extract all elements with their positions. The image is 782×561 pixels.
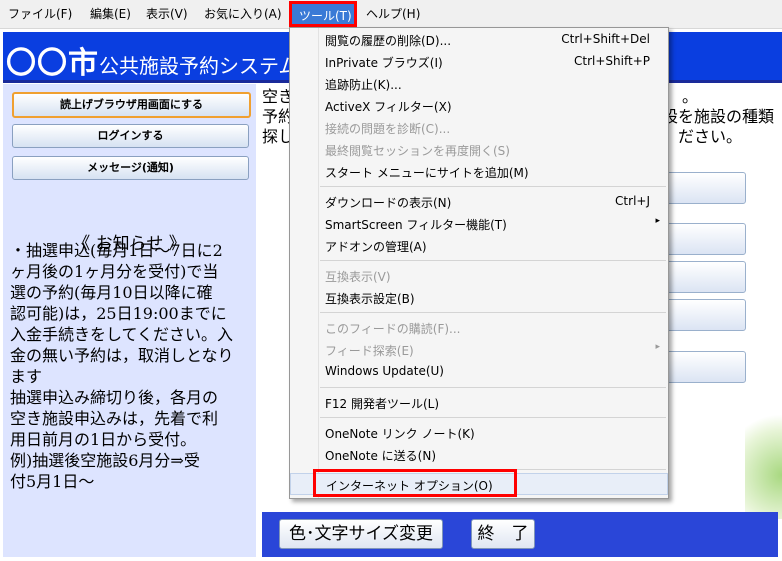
- menu-edit[interactable]: 編集(E): [90, 5, 131, 23]
- notice-line: 抽選申込み締切り後，各月の: [10, 388, 219, 407]
- menu-bar: ファイル(F) 編集(E) 表示(V) お気に入り(A) ツール(T) ヘルプ(…: [0, 0, 782, 29]
- menu-item-label: アドオンの管理(A): [325, 240, 427, 254]
- menu-item-subscribe-feed: このフィードの購読(F)...: [290, 317, 668, 339]
- notice-line: 選の予約(毎月10日以降に確: [10, 283, 213, 302]
- menu-item-label: OneNote に送る(N): [325, 449, 436, 463]
- facility-button[interactable]: [660, 351, 746, 383]
- menu-item-addons[interactable]: アドオンの管理(A): [290, 235, 668, 257]
- notice-line: ・抽選申込(毎月1日〜7日に2: [10, 241, 223, 260]
- intro-line: 設を施設の種類: [662, 107, 775, 126]
- menu-item-windows-update[interactable]: Windows Update(U): [290, 361, 668, 383]
- notice-line: 入金手続きをしてください。入: [10, 325, 234, 344]
- menu-item-label: ダウンロードの表示(N): [325, 196, 452, 210]
- submenu-arrow-icon: ▸: [655, 216, 660, 226]
- menu-item-label: Windows Update(U): [325, 364, 444, 378]
- color-font-size-button[interactable]: 色･文字サイズ変更: [279, 519, 443, 549]
- menu-favorites[interactable]: お気に入り(A): [204, 5, 282, 23]
- menu-file[interactable]: ファイル(F): [8, 5, 72, 23]
- decorative-leaf-image: [745, 409, 782, 519]
- menu-separator: [320, 312, 666, 313]
- menu-item-feed-discovery: フィード探索(E) ▸: [290, 339, 668, 361]
- notice-line: 金の無い予約は，取消しとなり: [10, 346, 234, 365]
- sidebar: 読上げブラウザ用画面にする ログインする メッセージ(通知) 《 お知らせ 》 …: [3, 84, 256, 557]
- menu-item-label: 接続の問題を診断(C)...: [325, 122, 451, 136]
- highlight-box: [313, 469, 517, 497]
- menu-item-onenote-link[interactable]: OneNote リンク ノート(K): [290, 422, 668, 444]
- menu-item-label: このフィードの購読(F)...: [325, 322, 461, 336]
- submenu-arrow-icon: ▸: [655, 342, 660, 352]
- menu-item-activex-filter[interactable]: ActiveX フィルター(X): [290, 95, 668, 117]
- notice-line: ヶ月後の1ヶ月分を受付)で当: [10, 262, 219, 281]
- menu-item-downloads[interactable]: ダウンロードの表示(N) Ctrl+J: [290, 191, 668, 213]
- menu-item-f12-devtools[interactable]: F12 開発者ツール(L): [290, 392, 668, 414]
- intro-line: 。: [682, 87, 699, 106]
- menu-tools-label: ツール(T): [299, 9, 352, 23]
- notice-line: 認可能)は，25日19:00までに: [10, 304, 227, 323]
- menu-item-label: 互換表示(V): [325, 270, 391, 284]
- menu-item-onenote-send[interactable]: OneNote に送る(N): [290, 444, 668, 466]
- notice-line: 例)抽選後空施設6月分⇒受: [10, 451, 200, 470]
- bottom-bar: 色･文字サイズ変更 終 了: [262, 512, 778, 557]
- menu-view[interactable]: 表示(V): [146, 5, 188, 23]
- menu-item-shortcut: Ctrl+Shift+Del: [561, 32, 650, 46]
- menu-item-label: 最終閲覧セッションを再度開く(S): [325, 144, 510, 158]
- menu-separator: [320, 186, 666, 187]
- menu-item-label: フィード探索(E): [325, 344, 414, 358]
- notice-text: ・抽選申込(毎月1日〜7日に2 ヶ月後の1ヶ月分を受付)で当 選の予約(毎月10…: [10, 240, 256, 492]
- menu-help[interactable]: ヘルプ(H): [366, 5, 420, 23]
- menu-item-inprivate[interactable]: InPrivate ブラウズ(I) Ctrl+Shift+P: [290, 51, 668, 73]
- city-name: 〇〇市: [6, 46, 99, 81]
- facility-button[interactable]: [660, 261, 746, 293]
- menu-item-shortcut: Ctrl+J: [615, 194, 650, 208]
- menu-item-label: 閲覧の履歴の削除(D)...: [325, 34, 452, 48]
- menu-item-label: ActiveX フィルター(X): [325, 100, 452, 114]
- menu-item-diagnose: 接続の問題を診断(C)...: [290, 117, 668, 139]
- facility-button[interactable]: [660, 172, 746, 204]
- menu-item-compat-view: 互換表示(V): [290, 265, 668, 287]
- menu-item-label: スタート メニューにサイトを追加(M): [325, 166, 529, 180]
- system-title: 公共施設予約システム: [99, 54, 299, 78]
- site-title: 〇〇市公共施設予約システム: [6, 38, 298, 82]
- menu-separator: [320, 260, 666, 261]
- menu-tools[interactable]: ツール(T): [289, 1, 357, 27]
- tools-dropdown-menu: 閲覧の履歴の削除(D)... Ctrl+Shift+Del InPrivate …: [289, 27, 669, 499]
- menu-item-delete-history[interactable]: 閲覧の履歴の削除(D)... Ctrl+Shift+Del: [290, 29, 668, 51]
- facility-button[interactable]: [660, 223, 746, 255]
- screen-reader-mode-button[interactable]: 読上げブラウザ用画面にする: [12, 92, 251, 118]
- exit-button[interactable]: 終 了: [471, 519, 535, 549]
- intro-line: ださい。: [678, 127, 743, 146]
- menu-item-label: 追跡防止(K)...: [325, 78, 402, 92]
- menu-separator: [320, 417, 666, 418]
- menu-item-compat-settings[interactable]: 互換表示設定(B): [290, 287, 668, 309]
- messages-button[interactable]: メッセージ(通知): [12, 156, 249, 180]
- notice-line: 空き施設申込みは，先着で利: [10, 409, 219, 428]
- login-button[interactable]: ログインする: [12, 124, 249, 148]
- menu-item-add-to-start[interactable]: スタート メニューにサイトを追加(M): [290, 161, 668, 183]
- facility-button[interactable]: [660, 299, 746, 331]
- menu-item-label: F12 開発者ツール(L): [325, 397, 440, 411]
- menu-item-label: InPrivate ブラウズ(I): [325, 56, 443, 70]
- notice-line: ます: [10, 367, 43, 386]
- menu-item-reopen-session: 最終閲覧セッションを再度開く(S): [290, 139, 668, 161]
- main-intro-right: 。 設を施設の種類 ださい。: [662, 87, 774, 147]
- menu-item-label: OneNote リンク ノート(K): [325, 427, 475, 441]
- menu-separator: [320, 387, 666, 388]
- menu-item-label: SmartScreen フィルター機能(T): [325, 218, 507, 232]
- notice-line: 付5月1日〜: [10, 472, 95, 491]
- menu-item-label: 互換表示設定(B): [325, 292, 415, 306]
- menu-item-smartscreen[interactable]: SmartScreen フィルター機能(T) ▸: [290, 213, 668, 235]
- notice-line: 用日前月の1日から受付。: [10, 430, 197, 449]
- menu-item-shortcut: Ctrl+Shift+P: [574, 54, 650, 68]
- menu-item-tracking-protection[interactable]: 追跡防止(K)...: [290, 73, 668, 95]
